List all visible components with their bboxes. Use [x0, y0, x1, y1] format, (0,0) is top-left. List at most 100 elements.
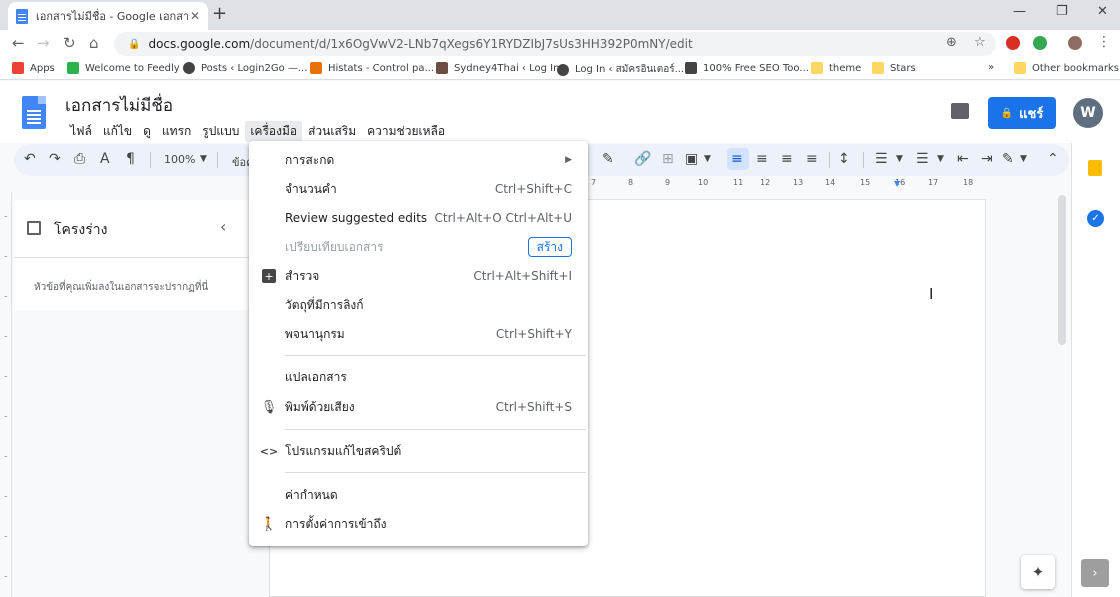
- back-button[interactable]: ←: [12, 34, 25, 52]
- explore-button[interactable]: ✦: [1021, 555, 1055, 589]
- tasks-icon[interactable]: ✓: [1087, 210, 1104, 227]
- menu-format[interactable]: รูปแบบ: [197, 121, 244, 142]
- link-icon[interactable]: 🔗: [634, 151, 651, 167]
- menu-item-word-count[interactable]: จำนวนคำ Ctrl+Shift+C: [249, 175, 588, 203]
- menu-insert[interactable]: แทรก: [157, 121, 196, 142]
- bulleted-list-icon[interactable]: ☰: [916, 151, 929, 167]
- menu-item-compare-documents[interactable]: เปรียบเทียบเอกสาร สร้าง: [249, 233, 588, 261]
- show-side-panel-button[interactable]: ›: [1081, 559, 1109, 587]
- chevron-down-icon[interactable]: ▼: [1020, 154, 1027, 164]
- collapse-outline-chevron-icon[interactable]: ‹: [220, 217, 226, 236]
- menu-help[interactable]: ความช่วยเหลือ: [362, 121, 450, 142]
- indent-marker-icon[interactable]: ▼: [894, 179, 900, 188]
- chevron-down-icon[interactable]: ▼: [896, 154, 903, 164]
- menu-item-voice-typing[interactable]: 🎙 พิมพ์ด้วยเสียง Ctrl+Shift+S: [249, 393, 588, 421]
- highlight-pen-icon[interactable]: ✎: [602, 151, 614, 167]
- browser-menu-icon[interactable]: ⋮: [1097, 34, 1111, 50]
- profile-avatar-icon[interactable]: [1068, 36, 1082, 50]
- align-justify-icon[interactable]: ≡: [806, 151, 818, 167]
- zoom-icon[interactable]: ⊕: [946, 35, 957, 50]
- menu-item-accessibility-settings[interactable]: 🚶 การตั้งค่าการเข้าถึง: [249, 510, 588, 538]
- tab-close-icon[interactable]: ✕: [190, 9, 200, 23]
- numbered-list-icon[interactable]: ☰: [875, 151, 888, 167]
- wordpress-icon: [557, 63, 569, 76]
- bookmark-folder[interactable]: Stars: [872, 62, 916, 74]
- menu-item-linked-objects[interactable]: วัตถุที่มีการลิงก์: [249, 291, 588, 319]
- address-bar[interactable]: 🔒 docs.google.com /document/d/1x6OgVwV2-…: [114, 32, 996, 56]
- bookmark-item[interactable]: 100% Free SEO Too...: [685, 62, 809, 74]
- increase-indent-icon[interactable]: ⇥: [981, 151, 993, 167]
- align-right-icon[interactable]: ≡: [781, 151, 793, 167]
- bookmark-item[interactable]: Histats - Control pa...: [310, 62, 434, 74]
- menu-addons[interactable]: ส่วนเสริม: [303, 121, 361, 142]
- chevron-down-icon[interactable]: ▼: [200, 154, 207, 164]
- line-spacing-icon[interactable]: ↕: [838, 151, 850, 167]
- comment-history-icon[interactable]: [951, 103, 969, 119]
- extension-icon[interactable]: [1033, 36, 1047, 50]
- zoom-select[interactable]: 100%: [164, 153, 195, 166]
- home-button[interactable]: ⌂: [89, 34, 99, 52]
- spellcheck-icon[interactable]: A: [100, 151, 110, 167]
- menu-item-preferences[interactable]: ค่ากำหนด: [249, 481, 588, 509]
- url-path: /document/d/1x6OgVwV2-LNb7qXegs6Y1RYDZIb…: [250, 37, 693, 51]
- menu-item-label: แปลเอกสาร: [285, 369, 347, 384]
- bookmark-item[interactable]: Log In ‹ สมัครอินเตอร์...: [557, 62, 684, 77]
- print-icon[interactable]: ⎙: [74, 151, 85, 167]
- bookmark-label: Stars: [890, 62, 916, 74]
- align-left-icon[interactable]: ≡: [731, 151, 743, 167]
- bookmark-star-icon[interactable]: ☆: [974, 35, 986, 50]
- menu-item-explore[interactable]: + สำรวจ Ctrl+Alt+Shift+I: [249, 262, 588, 290]
- menu-item-script-editor[interactable]: <> โปรแกรมแก้ไขสคริปต์: [249, 437, 588, 465]
- bookmark-item[interactable]: Welcome to Feedly: [67, 62, 180, 74]
- document-title[interactable]: เอกสารไม่มีชื่อ: [65, 92, 173, 119]
- scrollbar[interactable]: [1058, 195, 1066, 345]
- ruler-mark: 7: [591, 178, 597, 187]
- restore-button[interactable]: ❐: [1056, 4, 1068, 19]
- docs-logo-icon[interactable]: [22, 96, 46, 129]
- bookmark-item[interactable]: Posts ‹ Login2Go —...: [183, 62, 307, 74]
- align-center-icon[interactable]: ≡: [756, 151, 768, 167]
- editing-mode-icon[interactable]: ✎: [1002, 151, 1014, 167]
- undo-icon[interactable]: ↶: [24, 151, 36, 167]
- menu-item-spelling[interactable]: การสะกด ▶: [249, 146, 588, 174]
- paint-format-icon[interactable]: ¶: [126, 151, 135, 167]
- menu-item-translate-document[interactable]: แปลเอกสาร: [249, 363, 588, 391]
- create-button[interactable]: สร้าง: [527, 237, 572, 257]
- browser-tab[interactable]: เอกสารไม่มีชื่อ - Google เอกสาร ✕: [8, 2, 208, 30]
- explore-icon: +: [262, 269, 276, 283]
- outline-list-icon: [27, 221, 41, 235]
- toolbar-divider: [829, 152, 830, 168]
- redo-icon[interactable]: ↷: [49, 151, 61, 167]
- chevron-down-icon[interactable]: ▼: [704, 154, 711, 164]
- menu-view[interactable]: ดู: [138, 121, 156, 142]
- menu-edit[interactable]: แก้ไข: [98, 121, 137, 142]
- menu-item-review-suggested-edits[interactable]: Review suggested edits Ctrl+Alt+O Ctrl+A…: [249, 204, 588, 232]
- new-tab-button[interactable]: +: [212, 3, 227, 24]
- bookmark-folder[interactable]: Other bookmarks: [1014, 62, 1119, 74]
- more-bookmarks-chevron-icon[interactable]: »: [988, 62, 994, 73]
- menu-item-dictionary[interactable]: พจนานุกรม Ctrl+Shift+Y: [249, 320, 588, 348]
- decrease-indent-icon[interactable]: ⇤: [957, 151, 969, 167]
- close-window-button[interactable]: ✕: [1097, 4, 1108, 19]
- ruler-mark: 17: [928, 178, 939, 187]
- menu-tools[interactable]: เครื่องมือ: [245, 121, 303, 142]
- hide-menus-chevron-icon[interactable]: ⌃: [1047, 151, 1059, 167]
- menu-file[interactable]: ไฟล์: [65, 121, 97, 142]
- keep-icon[interactable]: [1088, 160, 1102, 176]
- bookmark-item[interactable]: Sydney4Thai ‹ Log In: [436, 62, 559, 74]
- avatar[interactable]: W: [1073, 98, 1103, 128]
- ruler-mark: 10: [698, 178, 709, 187]
- bookmark-item[interactable]: Apps: [12, 62, 55, 74]
- reload-button[interactable]: ↻: [63, 34, 76, 52]
- insert-image-icon[interactable]: ▣: [685, 151, 698, 167]
- forward-button[interactable]: →: [37, 34, 50, 52]
- menu-item-label: พิมพ์ด้วยเสียง: [285, 399, 355, 414]
- bookmark-folder[interactable]: theme: [811, 62, 861, 74]
- chevron-down-icon[interactable]: ▼: [937, 154, 944, 164]
- add-comment-icon[interactable]: ⊞: [662, 151, 674, 167]
- bookmark-label: Sydney4Thai ‹ Log In: [454, 62, 560, 74]
- extension-adblock-icon[interactable]: [1006, 36, 1020, 50]
- minimize-button[interactable]: —: [1013, 4, 1026, 19]
- ruler-tick: –: [4, 572, 8, 580]
- share-button[interactable]: 🔒 แชร์: [988, 97, 1056, 129]
